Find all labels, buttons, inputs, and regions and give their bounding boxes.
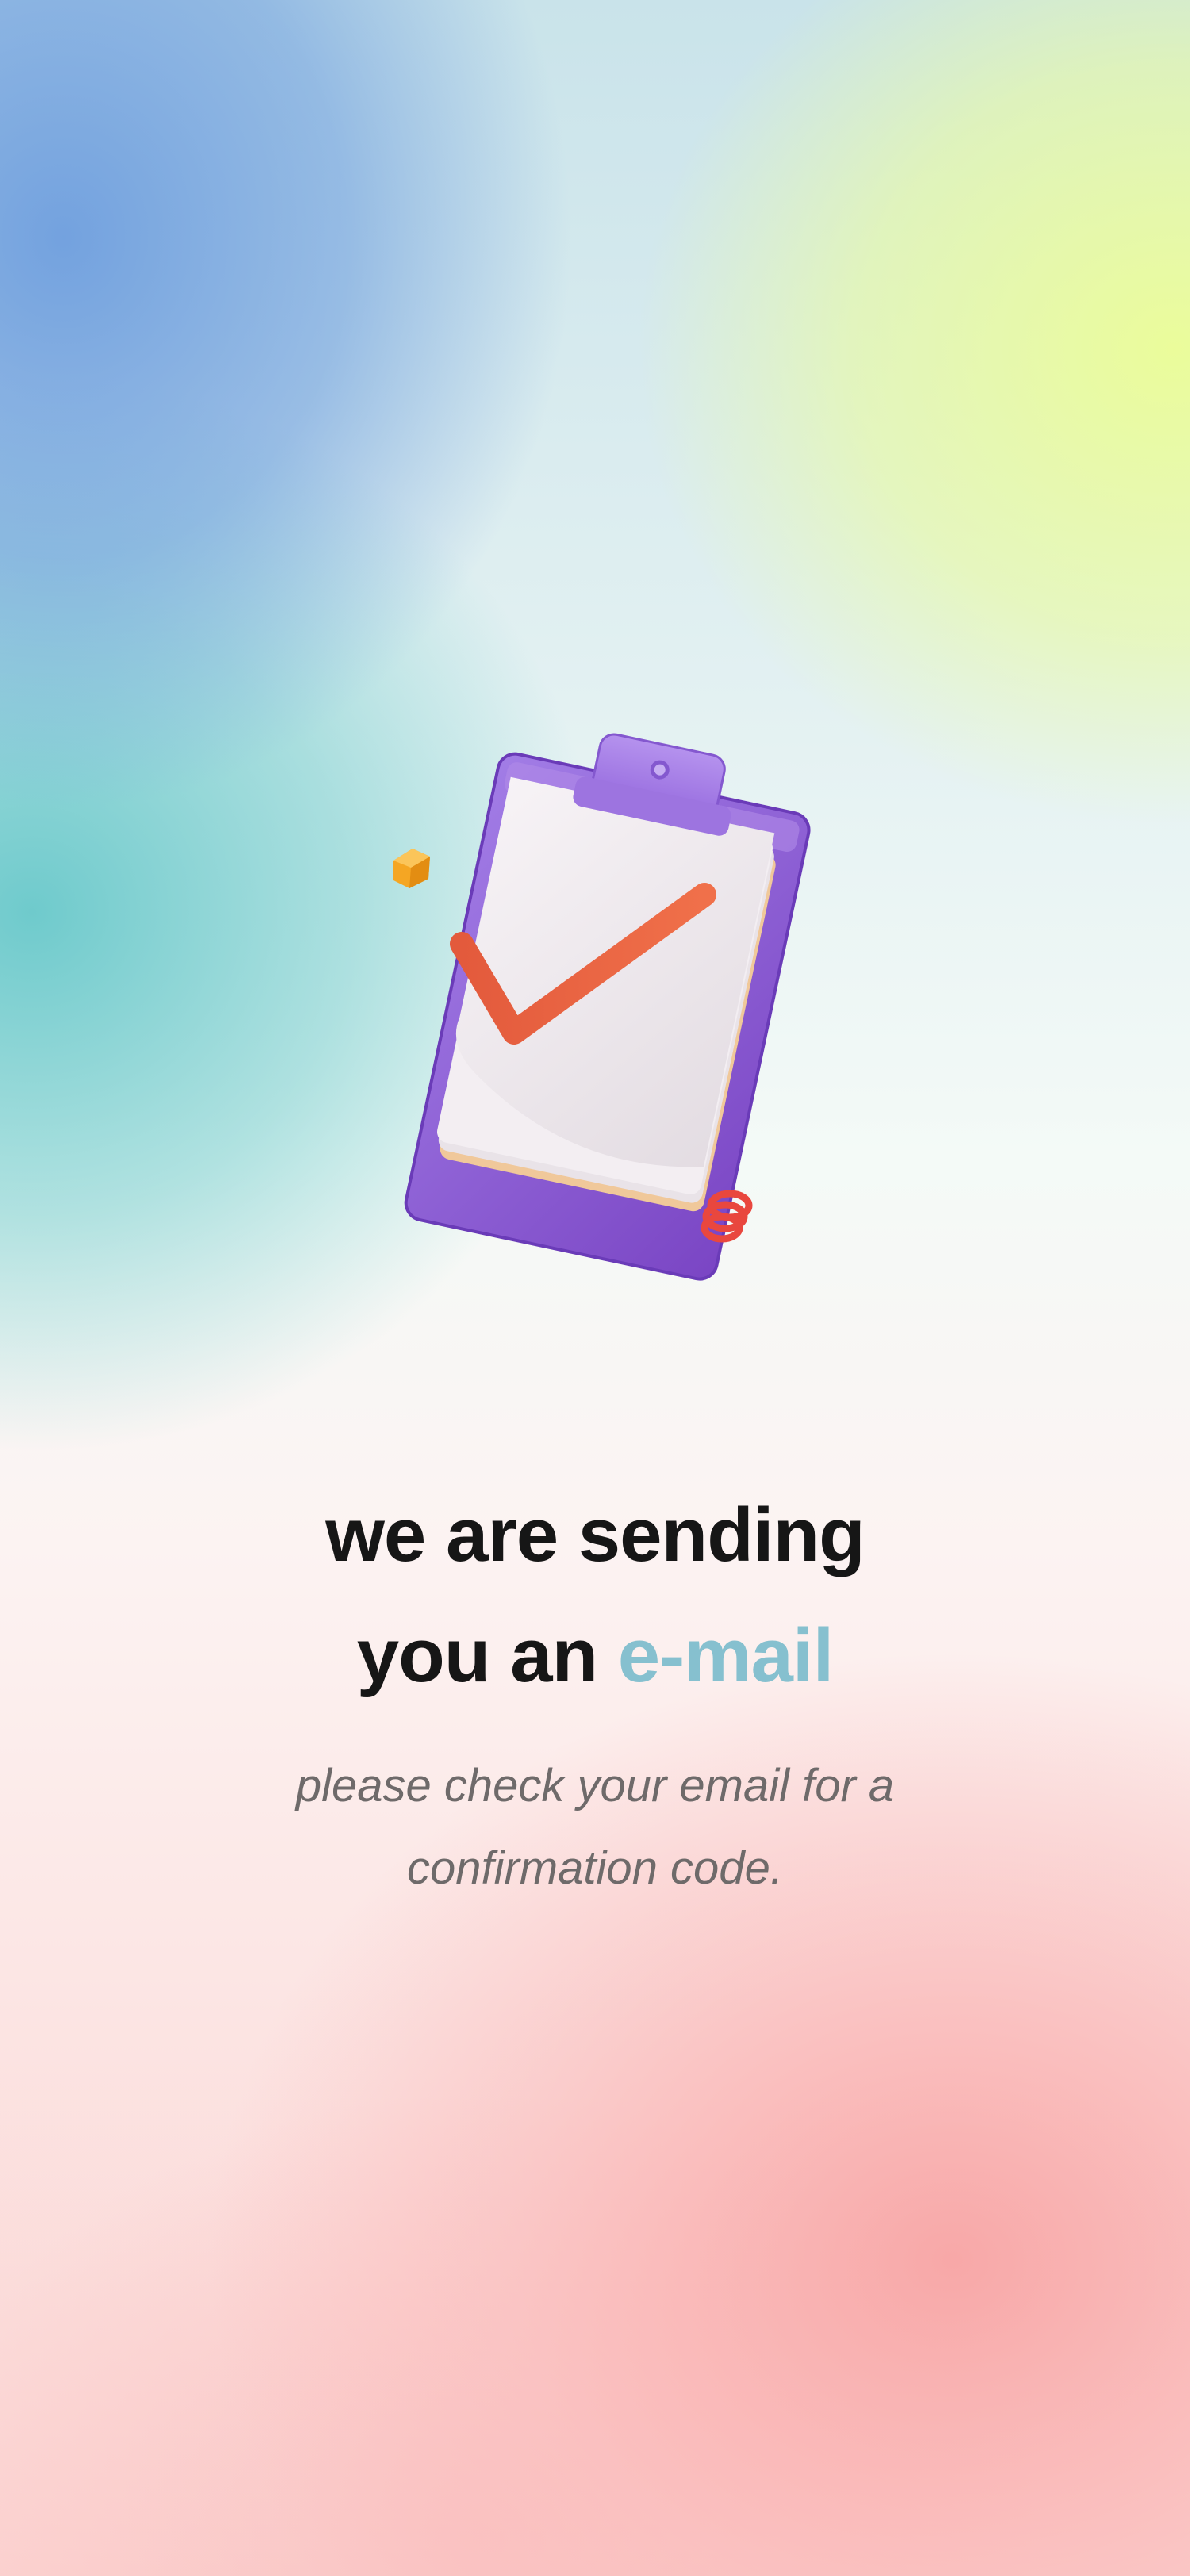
instruction-text: please check your email for a confirmati…	[0, 1745, 1190, 1910]
page-title: we are sending you an e-mail	[0, 1475, 1190, 1716]
clipboard-checkmark-icon	[373, 730, 833, 1301]
instruction-line-2: confirmation code.	[407, 1842, 783, 1894]
cube-decoration	[393, 849, 430, 888]
title-prefix: you an	[356, 1613, 598, 1698]
title-line-1: we are sending	[325, 1493, 866, 1577]
title-accent: e-mail	[617, 1613, 834, 1698]
instruction-line-1: please check your email for a	[295, 1760, 895, 1811]
title-line-2: you an e-mail	[0, 1596, 1190, 1716]
